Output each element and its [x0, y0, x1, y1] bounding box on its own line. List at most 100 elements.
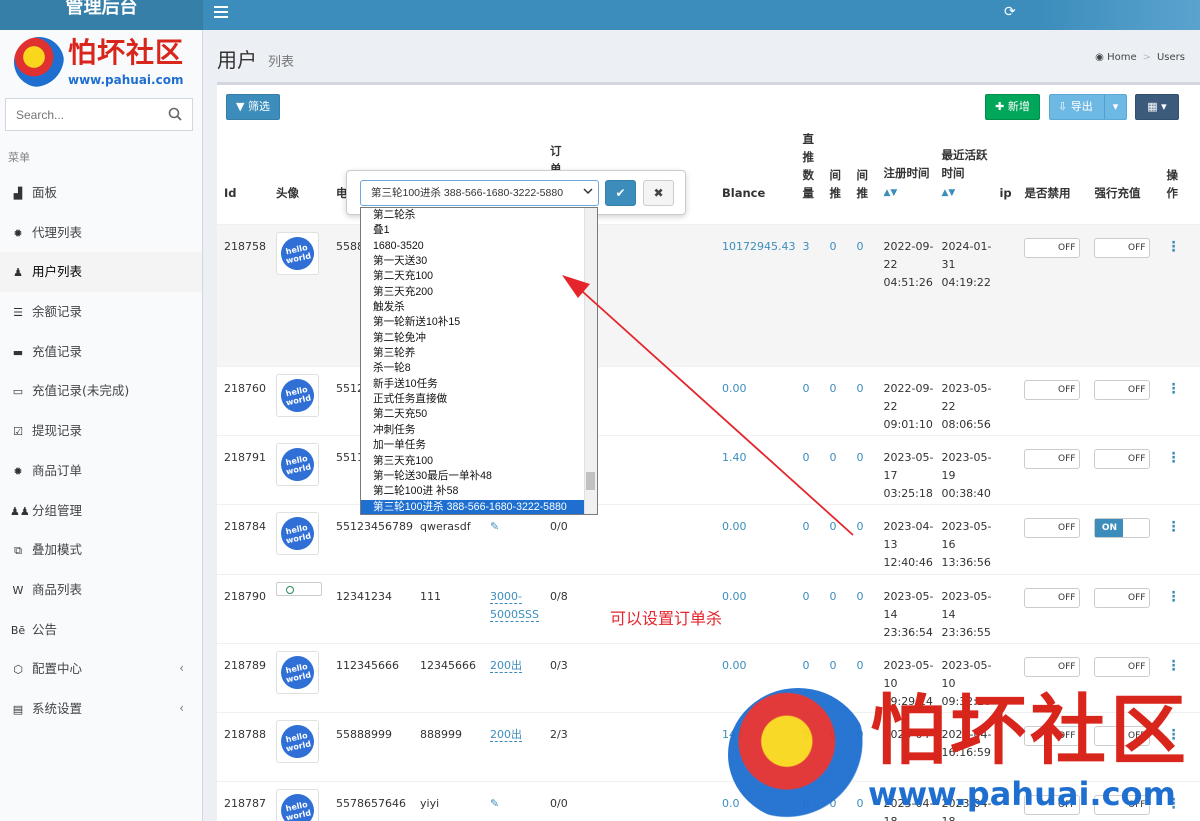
direct-count[interactable]: 0	[802, 590, 809, 603]
direct-count[interactable]: 0	[802, 451, 809, 464]
sidebar-item-products[interactable]: W 商品列表	[0, 570, 202, 610]
user-menu[interactable]	[1040, 0, 1200, 30]
dropdown-option[interactable]: 第二天充100	[361, 269, 597, 284]
sidebar-item-system[interactable]: ▤ 系统设置 ‹	[0, 689, 202, 729]
force-recharge-toggle[interactable]: OFF	[1094, 380, 1151, 400]
cell-order[interactable]: 0/3	[543, 643, 715, 713]
more-vertical-icon[interactable]: ⋮	[1166, 239, 1180, 255]
columns-button[interactable]: ▦ ▾	[1135, 94, 1179, 120]
search-icon[interactable]	[168, 107, 182, 121]
breadcrumb-home[interactable]: Home	[1107, 52, 1137, 63]
disable-toggle[interactable]: OFF	[1024, 518, 1081, 538]
disable-toggle[interactable]: OFF	[1024, 588, 1081, 608]
balance-link[interactable]: 1.40	[722, 451, 747, 464]
disable-toggle[interactable]: OFF	[1024, 380, 1081, 400]
pencil-icon[interactable]: ✎	[490, 797, 499, 810]
balance-link[interactable]: 0.00	[722, 520, 747, 533]
force-recharge-toggle[interactable]: OFF	[1094, 238, 1151, 258]
sidebar-item-config[interactable]: ⬡ 配置中心 ‹	[0, 649, 202, 689]
dropdown-option[interactable]: 第二轮免冲	[361, 331, 597, 346]
indirect-count[interactable]: 0	[829, 451, 836, 464]
cell-order[interactable]: 2/3	[543, 712, 715, 782]
more-vertical-icon[interactable]: ⋮	[1166, 381, 1180, 397]
direct-count[interactable]: 3	[802, 240, 809, 253]
filter-button[interactable]: ▼ 筛选	[226, 94, 280, 120]
chevron-down-icon[interactable]	[583, 186, 593, 196]
sort-icon[interactable]: ▲▼	[941, 188, 955, 198]
sort-icon[interactable]: ▲▼	[883, 188, 897, 198]
more-vertical-icon[interactable]: ⋮	[1166, 450, 1180, 466]
dropdown-option[interactable]: 杀一轮8	[361, 361, 597, 376]
confirm-button[interactable]: ✔	[605, 180, 636, 206]
scrollbar-thumb[interactable]	[586, 472, 595, 490]
dropdown-option[interactable]: 新手送10任务	[361, 377, 597, 392]
dropdown-option[interactable]: 1680-3520	[361, 239, 597, 254]
dropdown-option[interactable]: 第一天送30	[361, 254, 597, 269]
balance-link[interactable]: 0.00	[722, 590, 747, 603]
direct-count[interactable]: 0	[802, 520, 809, 533]
dropdown-option[interactable]: 第三天充100	[361, 454, 597, 469]
sidebar-item-notice[interactable]: Bē 公告	[0, 610, 202, 650]
indirect-count[interactable]: 0	[856, 382, 863, 395]
sidebar-item-groups[interactable]: ♟♟ 分组管理	[0, 491, 202, 531]
indirect-count[interactable]: 0	[856, 590, 863, 603]
force-recharge-toggle[interactable]: ON	[1094, 518, 1151, 538]
cancel-button[interactable]: ✖	[643, 180, 674, 206]
balance-link[interactable]: 0.00	[722, 659, 747, 672]
dropdown-option[interactable]: 第二轮100进 补58	[361, 484, 597, 499]
more-vertical-icon[interactable]: ⋮	[1166, 658, 1180, 674]
disable-toggle[interactable]: OFF	[1024, 238, 1081, 258]
order-kill-select[interactable]: 第三轮100进杀 388-566-1680-3222-5880	[360, 180, 599, 206]
indirect-count[interactable]: 0	[829, 520, 836, 533]
balance-link[interactable]: 0.00	[722, 382, 747, 395]
search-input[interactable]	[6, 99, 156, 130]
sidebar-item-stack-mode[interactable]: ⧉ 叠加模式	[0, 530, 202, 570]
dropdown-option[interactable]: 第二轮杀	[361, 208, 597, 223]
task-link[interactable]: 200出	[490, 728, 522, 742]
dropdown-option[interactable]: 第三轮100进杀 388-566-1680-3222-5880	[361, 499, 597, 514]
add-button[interactable]: ✚ 新增	[985, 94, 1040, 120]
dropdown-option[interactable]: 正式任务直接做	[361, 392, 597, 407]
dropdown-option[interactable]: 叠1	[361, 223, 597, 238]
dropdown-option[interactable]: 第一轮新送10补15	[361, 315, 597, 330]
indirect-count[interactable]: 0	[829, 659, 836, 672]
indirect-count[interactable]: 0	[829, 590, 836, 603]
indirect-count[interactable]: 0	[856, 659, 863, 672]
col-id[interactable]: Id	[217, 130, 269, 225]
dropdown-option[interactable]: 第三天充200	[361, 285, 597, 300]
dropdown-option[interactable]: 冲刺任务	[361, 423, 597, 438]
dropdown-option[interactable]: 第一轮送30最后一单补48	[361, 469, 597, 484]
sidebar-item-dashboard[interactable]: ▟ 面板	[0, 173, 202, 213]
sidebar-item-recharge-pending[interactable]: ▭ 充值记录(未完成)	[0, 371, 202, 411]
sidebar-item-balance[interactable]: ☰ 余额记录	[0, 292, 202, 332]
cell-order[interactable]: 0/0	[543, 504, 715, 575]
force-recharge-toggle[interactable]: OFF	[1094, 588, 1151, 608]
sidebar-item-users[interactable]: ♟ 用户列表	[0, 252, 202, 293]
task-link[interactable]: 200出	[490, 659, 522, 673]
force-recharge-toggle[interactable]: OFF	[1094, 449, 1151, 469]
more-vertical-icon[interactable]: ⋮	[1166, 519, 1180, 535]
dropdown-option[interactable]: 第二天充50	[361, 407, 597, 422]
col-last-active[interactable]: 最近活跃时间 ▲▼	[934, 130, 992, 225]
indirect-count[interactable]: 0	[829, 382, 836, 395]
menu-toggle-icon[interactable]	[214, 6, 228, 18]
indirect-count[interactable]: 0	[856, 240, 863, 253]
brand-logo[interactable]: 管理后台	[0, 0, 203, 30]
cell-order[interactable]: 0/0	[543, 781, 715, 821]
indirect-count[interactable]: 0	[856, 520, 863, 533]
sidebar-item-recharge[interactable]: ▬ 充值记录	[0, 332, 202, 372]
more-vertical-icon[interactable]: ⋮	[1166, 589, 1180, 605]
sidebar-item-withdraw[interactable]: ☑ 提现记录	[0, 411, 202, 451]
force-recharge-toggle[interactable]: OFF	[1094, 657, 1151, 677]
direct-count[interactable]: 0	[802, 382, 809, 395]
refresh-icon[interactable]: ⟳	[1004, 4, 1016, 20]
task-link[interactable]: 3000-5000SSS	[490, 590, 539, 622]
sidebar-item-agents[interactable]: ✹ 代理列表	[0, 213, 202, 253]
balance-link[interactable]: 10172945.43	[722, 240, 795, 253]
disable-toggle[interactable]: OFF	[1024, 657, 1081, 677]
indirect-count[interactable]: 0	[856, 451, 863, 464]
col-register[interactable]: 注册时间 ▲▼	[876, 130, 934, 225]
export-button[interactable]: ⇩ 导出 ▾	[1049, 94, 1127, 120]
chevron-down-icon[interactable]: ▾	[1104, 95, 1126, 119]
scrollbar[interactable]	[584, 208, 597, 514]
